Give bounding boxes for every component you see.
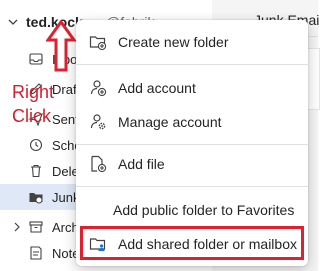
menu-item-label: Create new folder [118,34,229,50]
add-person-icon [90,80,107,97]
menu-item-label: Manage account [118,114,222,130]
menu-item-add-account[interactable]: Add account [76,72,308,104]
chevron-right-icon[interactable] [12,222,22,232]
menu-item-label: Add public folder to Favorites [113,202,295,218]
menu-item-add-public-folder-to-favorites[interactable]: Add public folder to Favorites [76,194,308,226]
menu-item-label: Add account [118,80,196,96]
annotation-line-2: Click [12,106,51,126]
menu-item-manage-account[interactable]: Manage account [76,106,308,138]
menu-divider [76,64,308,65]
menu-item-label: Add file [118,156,165,172]
chevron-down-icon[interactable] [8,17,18,27]
note-icon [30,246,42,260]
junk-folder-icon [29,193,43,204]
right-click-annotation: Right Click [12,80,54,128]
menu-divider [76,186,308,187]
highlight-box-annotation [80,226,304,260]
add-file-icon [91,155,107,173]
clock-icon [29,138,43,152]
person-gear-icon [90,114,106,130]
trash-icon [31,164,41,178]
inbox-icon [29,53,43,65]
annotation-line-1: Right [12,82,55,102]
menu-item-create-new-folder[interactable]: Create new folder [76,26,308,58]
up-arrow-annotation-icon [46,20,76,72]
new-folder-icon [89,36,107,51]
archive-icon [29,221,43,233]
folder-label: Sent [52,111,79,127]
menu-item-add-file[interactable]: Add file [76,148,308,180]
menu-divider [76,144,308,145]
